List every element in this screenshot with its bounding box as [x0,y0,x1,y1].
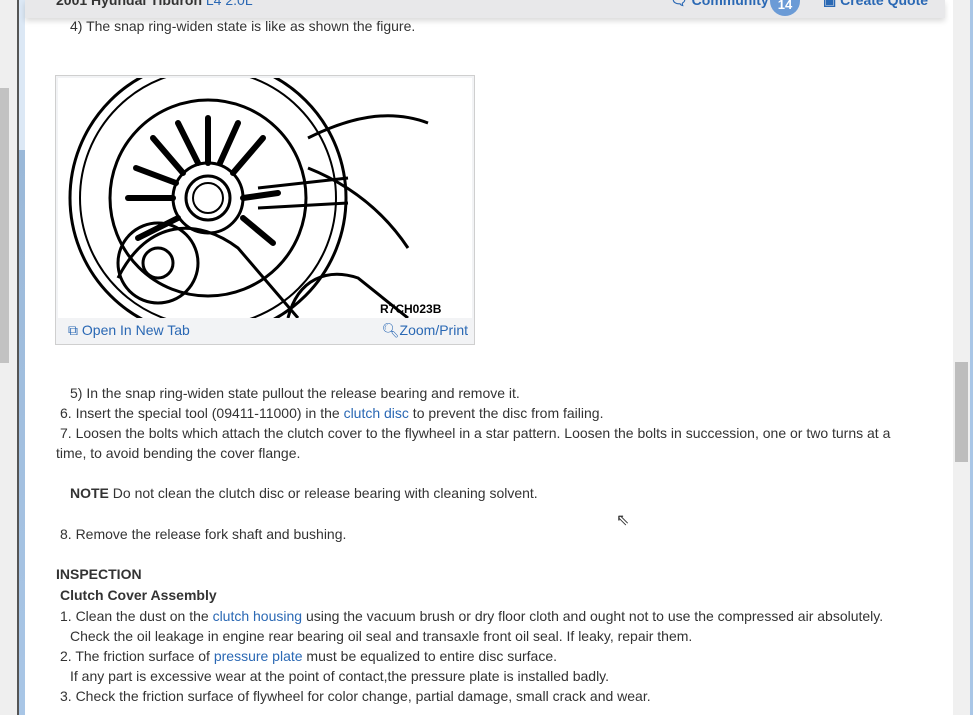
scrollbar-thumb[interactable] [955,362,968,462]
clutch-diagram[interactable]: R7CH023B [58,78,472,318]
zoom-icon: 🔍︎ [381,322,400,338]
figure: R7CH023B ⧉ Open In New Tab 🔍︎Zoom/Print [55,75,475,345]
create-quote-button[interactable]: ▣ Create Quote [823,0,928,9]
left-panel [0,0,17,715]
inspection-2-text-end: must be equalized to entire disc surface… [302,648,558,664]
pressure-plate-link[interactable]: pressure plate [214,648,303,664]
step-7-line-2: time, to avoid bending the cover flange. [56,445,301,461]
note-text: Do not clean the clutch disc or release … [108,485,538,501]
figure-code: R7CH023B [380,302,442,316]
community-label: Community [691,0,769,8]
step-7-line-1: 7. Loosen the bolts which attach the clu… [60,425,891,441]
inspection-2: 2. The friction surface of pressure plat… [60,646,557,666]
vehicle-title: 2001 Hyundai Tiburon L4 2.0L [56,0,253,8]
inspection-3: 3. Check the friction surface of flywhee… [60,688,651,704]
step-5: 5) In the snap ring-widen state pullout … [70,385,520,401]
inspection-1-line-2: Check the oil leakage in engine rear bea… [70,628,693,644]
inspection-heading: INSPECTION [56,566,142,582]
inspection-2-line-2: If any part is excessive wear at the poi… [70,668,610,684]
quote-icon: ▣ [823,0,837,8]
inspection-1-text: 1. Clean the dust on the [60,608,213,624]
clutch-cover-heading: Clutch Cover Assembly [60,587,217,603]
vehicle-name: 2001 Hyundai Tiburon [56,0,202,8]
community-count-badge: 14 [770,0,800,16]
mouse-cursor-icon: ⇖ [616,512,630,529]
note: NOTE Do not clean the clutch disc or rel… [70,483,538,503]
step-6-text: 6. Insert the special tool (09411-11000)… [60,405,344,421]
chat-icon: 🗨 [670,0,688,8]
step-6-text-end: to prevent the disc from failing. [408,405,604,421]
step-8: 8. Remove the release fork shaft and bus… [60,526,347,542]
step-6: 6. Insert the special tool (09411-11000)… [60,403,603,423]
window-frame [19,0,25,715]
left-scrollbar-thumb[interactable] [0,88,9,363]
inspection-1: 1. Clean the dust on the clutch housing … [60,606,883,626]
figure-caption-bar: ⧉ Open In New Tab 🔍︎Zoom/Print [58,318,472,344]
zoom-print-link[interactable]: 🔍︎Zoom/Print [382,322,468,339]
inspection-2-text: 2. The friction surface of [60,648,214,664]
community-button[interactable]: 🗨 Community [670,0,769,9]
clutch-drawing [68,78,429,318]
open-in-new-tab-link[interactable]: ⧉ Open In New Tab [68,322,190,339]
open-label: Open In New Tab [81,322,190,338]
clutch-housing-link[interactable]: clutch housing [213,608,303,624]
new-tab-icon: ⧉ [68,322,78,338]
clutch-disc-link[interactable]: clutch disc [344,405,409,421]
zoom-label: Zoom/Print [399,322,468,338]
engine-link[interactable]: L4 2.0L [206,0,253,8]
create-quote-label: Create Quote [840,0,929,8]
inspection-1-text-end: using the vacuum brush or dry floor clot… [302,608,884,624]
note-label: NOTE [70,485,109,501]
step-4: 4) The snap ring-widen state is like as … [70,18,416,34]
scrollbar[interactable] [953,0,970,715]
